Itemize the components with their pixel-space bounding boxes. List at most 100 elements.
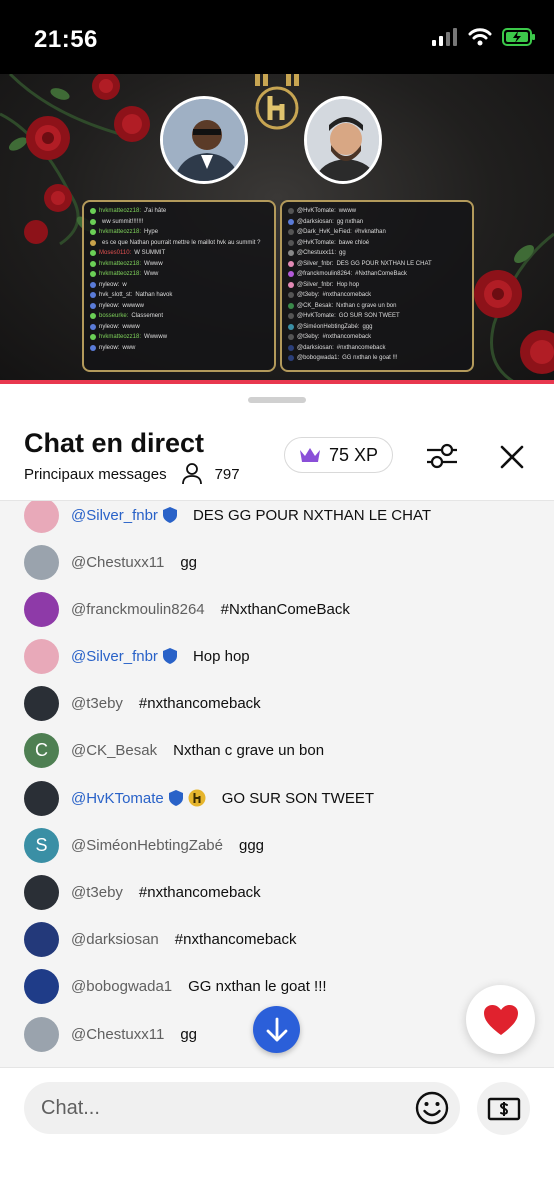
message-author[interactable]: @CK_Besak: [71, 742, 157, 759]
message-author[interactable]: @Chestuxx11: [71, 554, 164, 571]
close-icon: [500, 445, 524, 469]
avatar[interactable]: S: [24, 827, 59, 863]
avatar[interactable]: [24, 1016, 59, 1052]
xp-label: 75 XP: [329, 444, 379, 465]
message-text: #nxthancomeback: [138, 883, 261, 901]
chat-message[interactable]: @franckmoulin8264 #NxthanComeBack: [24, 591, 350, 627]
avatar[interactable]: C: [24, 732, 59, 768]
message-author[interactable]: @SiméonHebtingZabé: [71, 837, 223, 854]
avatar-initial: S: [35, 834, 48, 855]
message-text: GO SUR SON TWEET: [221, 789, 374, 807]
message-text: #nxthancomeback: [174, 930, 297, 948]
chat-input[interactable]: [24, 1082, 460, 1134]
chat-message[interactable]: @Silver_fnbr Hop hop: [24, 638, 250, 674]
chat-message[interactable]: @Chestuxx11 gg: [24, 544, 197, 580]
video-progress-bar[interactable]: [0, 380, 554, 384]
message-author[interactable]: @bobogwada1: [71, 978, 172, 995]
message-author[interactable]: @Silver_fnbr: [71, 648, 158, 665]
overlay-line: @HvKTomate: wwww: [288, 206, 466, 217]
chat-message[interactable]: @darksiosan #nxthancomeback: [24, 921, 297, 957]
sheet-drag-handle[interactable]: [248, 397, 306, 403]
battery-charging-icon: [502, 28, 535, 46]
overlay-line: ww summit!!!!!!!: [90, 217, 268, 228]
message-author[interactable]: @franckmoulin8264: [71, 601, 205, 618]
overlay-line: hvk_slott_st: Nathan havok: [90, 290, 268, 301]
overlay-line: @t3eby: #nxthancomeback: [288, 290, 466, 301]
overlay-line: Moses0110: W SUMMIT: [90, 248, 268, 259]
avatar-initial: C: [35, 739, 48, 760]
avatar[interactable]: [24, 685, 59, 721]
chat-message[interactable]: C @CK_Besak Nxthan c grave un bon: [24, 732, 324, 768]
message-text: gg: [180, 553, 198, 571]
heart-reaction-button[interactable]: [466, 985, 535, 1054]
person-icon: [181, 463, 202, 485]
message-text: GG nxthan le goat !!!: [188, 977, 327, 995]
avatar[interactable]: [24, 921, 59, 957]
wifi-icon: [468, 28, 492, 46]
overlay-line: @CK_Besak: Nxthan c grave un bon: [288, 301, 466, 312]
member-badge-icon: [188, 789, 206, 807]
overlay-line: hvkmatteozz18: Hype: [90, 227, 268, 238]
scroll-to-latest-button[interactable]: [253, 1006, 300, 1053]
message-text: ggg: [238, 836, 265, 854]
avatar[interactable]: [24, 501, 59, 533]
overlay-line: nyleow: w: [90, 280, 268, 291]
overlay-line: @t3eby: #nxthancomeback: [288, 332, 466, 343]
message-author[interactable]: @t3eby: [71, 695, 123, 712]
channel-logo-icon: [255, 74, 299, 130]
chat-message[interactable]: @HvKTomate GO SUR SON TWEET: [24, 780, 374, 816]
message-author[interactable]: @Silver_fnbr: [71, 507, 158, 524]
stream-chat-overlay-left: hvkmatteozz18: J'ai hâte ww summit!!!!!!!…: [82, 200, 276, 372]
chat-filter-button[interactable]: [422, 440, 462, 472]
live-chat-sheet: Chat en direct Principaux messages 797 7…: [0, 385, 554, 1199]
dollar-bill-icon: [487, 1097, 520, 1120]
status-bar: 21:56: [0, 0, 554, 74]
chat-message[interactable]: @t3eby #nxthancomeback: [24, 874, 261, 910]
overlay-line: @franckmoulin8264: #NxthanComeBack: [288, 269, 466, 280]
chat-message[interactable]: S @SiméonHebtingZabé ggg: [24, 827, 264, 863]
message-text: #nxthancomeback: [138, 694, 261, 712]
chat-message[interactable]: @t3eby #nxthancomeback: [24, 685, 261, 721]
chat-message[interactable]: @Chestuxx11 gg: [24, 1016, 197, 1052]
message-author[interactable]: @Chestuxx11: [71, 1026, 164, 1043]
super-chat-button[interactable]: [477, 1082, 530, 1135]
chat-mode-label: Principaux messages: [24, 465, 167, 483]
close-chat-button[interactable]: [496, 441, 528, 473]
moderator-shield-icon: [162, 648, 177, 664]
viewer-count: 797: [214, 465, 240, 483]
message-text: Nxthan c grave un bon: [173, 741, 325, 759]
status-icons: [432, 28, 536, 46]
avatar[interactable]: [24, 780, 59, 816]
chat-message[interactable]: @bobogwada1 GG nxthan le goat !!!: [24, 968, 327, 1004]
moderator-shield-icon: [162, 507, 177, 523]
overlay-line: hvkmatteozz18: Wwww: [90, 259, 268, 270]
message-text: DES GG POUR NXTHAN LE CHAT: [192, 506, 432, 524]
xp-button[interactable]: 75 XP: [284, 437, 394, 473]
status-time: 21:56: [34, 26, 98, 53]
chat-message-list[interactable]: @Silver_fnbr DES GG POUR NXTHAN LE CHAT @C…: [0, 501, 554, 1067]
message-author[interactable]: @darksiosan: [71, 931, 159, 948]
avatar[interactable]: [24, 544, 59, 580]
sliders-icon: [427, 443, 457, 469]
overlay-line: nyleow: wwww: [90, 322, 268, 333]
heart-icon: [483, 1004, 518, 1035]
overlay-line: @Chestuxx11: gg: [288, 248, 466, 259]
overlay-line: @darksiosan: #nxthancomeback: [288, 343, 466, 354]
avatar[interactable]: [24, 968, 59, 1004]
message-text: Hop hop: [192, 647, 250, 665]
overlay-line: bosseurke: Classement: [90, 311, 268, 322]
moderator-shield-icon: [168, 790, 183, 806]
avatar[interactable]: [24, 638, 59, 674]
emoji-button[interactable]: [414, 1090, 450, 1126]
stream-video[interactable]: hvkmatteozz18: J'ai hâte ww summit!!!!!!!…: [0, 74, 554, 382]
chat-mode-selector[interactable]: Principaux messages 797: [24, 463, 240, 485]
chat-message[interactable]: @Silver_fnbr DES GG POUR NXTHAN LE CHAT: [24, 501, 431, 533]
message-author[interactable]: @HvKTomate: [71, 790, 164, 807]
avatar[interactable]: [24, 591, 59, 627]
message-author[interactable]: @t3eby: [71, 884, 123, 901]
overlay-line: @bobogwada1: GG nxthan le goat !!!: [288, 353, 466, 364]
message-text: #NxthanComeBack: [220, 600, 350, 618]
overlay-line: hvkmatteozz18: Wwwww: [90, 332, 268, 343]
avatar[interactable]: [24, 874, 59, 910]
overlay-line: @HvKTomate: GO SUR SON TWEET: [288, 311, 466, 322]
